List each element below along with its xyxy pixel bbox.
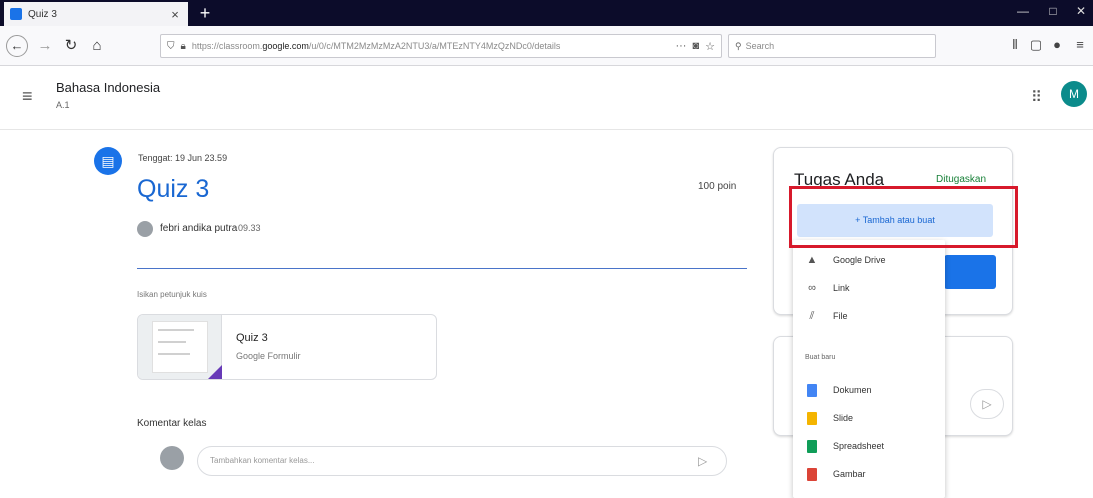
preview-line [158, 353, 190, 355]
menu-item-google-drive[interactable]: ▲ Google Drive [793, 246, 945, 274]
library-icon[interactable]: ⫴ [1006, 37, 1024, 53]
search-icon: ⚲ [735, 40, 742, 51]
shield-icon: ⛉ [167, 40, 175, 52]
classroom-header: ≡ Bahasa Indonesia A.1 ⠿ M [0, 66, 1093, 130]
home-icon[interactable]: ⌂ [86, 35, 108, 57]
menu-item-docs[interactable]: Dokumen [793, 376, 945, 404]
forms-corner-icon [208, 365, 222, 379]
menu-icon[interactable]: ≡ [1071, 37, 1089, 52]
instructions-text: Isikan petunjuk kuis [137, 290, 207, 299]
account-avatar[interactable]: M [1061, 81, 1087, 107]
reload-icon[interactable]: ↻ [60, 35, 82, 57]
browser-tab-bar: Quiz 3 × + — □ ✕ [0, 0, 1093, 26]
divider [137, 268, 747, 269]
send-private-comment-icon[interactable]: ▷ [970, 389, 1004, 419]
bookmark-star-icon[interactable]: ☆ [705, 40, 715, 53]
tab-title: Quiz 3 [28, 8, 57, 20]
class-comment-input[interactable]: Tambahkan komentar kelas... [197, 446, 727, 476]
minimize-window-button[interactable]: — [1013, 4, 1033, 18]
class-section: A.1 [56, 100, 70, 110]
menu-item-sheets[interactable]: Spreadsheet [793, 432, 945, 460]
hamburger-menu-icon[interactable]: ≡ [22, 86, 33, 107]
pocket-icon[interactable]: ◙ [692, 40, 699, 52]
drawings-icon [807, 467, 817, 481]
sidebar-icon[interactable]: ▢ [1027, 37, 1045, 53]
page-actions-button[interactable]: ··· [675, 40, 686, 52]
menu-item-link[interactable]: ∞ Link [793, 274, 945, 302]
url-bar[interactable]: ⛉ 🔒︎ https://classroom.google.com/u/0/c/… [160, 34, 722, 58]
classroom-favicon-icon [10, 8, 22, 20]
browser-nav-bar: ← → ↻ ⌂ ⛉ 🔒︎ https://classroom.google.co… [0, 26, 1093, 66]
back-arrow-icon[interactable]: ← [6, 35, 28, 57]
browser-tab[interactable]: Quiz 3 × [4, 2, 188, 26]
status-badge: Ditugaskan [936, 174, 987, 185]
google-apps-icon[interactable]: ⠿ [1031, 88, 1042, 106]
attachment-title: Quiz 3 [236, 332, 268, 344]
add-menu: ▲ Google Drive ∞ Link ⫽ File Buat baru D… [793, 240, 945, 498]
red-highlight-annotation [789, 186, 1018, 248]
lock-icon: 🔒︎ [180, 40, 186, 52]
paperclip-icon: ⫽ [809, 310, 815, 322]
preview-line [158, 329, 194, 331]
sheets-icon [807, 439, 817, 453]
page-title: Quiz 3 [137, 175, 210, 203]
post-time: 09.33 [238, 223, 261, 233]
account-icon[interactable]: ● [1048, 37, 1066, 52]
google-drive-icon: ▲ [806, 254, 818, 266]
maximize-window-button[interactable]: □ [1043, 4, 1063, 18]
mark-done-button[interactable] [944, 255, 996, 289]
new-tab-button[interactable]: + [194, 2, 216, 24]
close-window-button[interactable]: ✕ [1071, 4, 1091, 18]
user-avatar [160, 446, 184, 470]
menu-item-drawings[interactable]: Gambar [793, 460, 945, 488]
attachment-type: Google Formulir [236, 351, 301, 361]
url-text: https://classroom.google.com/u/0/c/MTM2M… [191, 41, 561, 51]
assignment-icon: ▤ [94, 147, 122, 175]
send-comment-icon[interactable]: ▷ [698, 454, 707, 468]
search-input[interactable]: ⚲ Search [728, 34, 936, 58]
points-label: 100 poin [698, 181, 737, 192]
author-avatar [137, 221, 153, 237]
forward-arrow-icon[interactable]: → [34, 35, 56, 57]
due-date: Tenggat: 19 Jun 23.59 [138, 153, 228, 163]
preview-line [158, 341, 186, 343]
menu-item-file[interactable]: ⫽ File [793, 302, 945, 330]
author-name: febri andika putra [160, 223, 238, 234]
link-icon: ∞ [808, 282, 816, 294]
close-tab-icon[interactable]: × [168, 7, 182, 22]
class-comments-label: Komentar kelas [137, 418, 207, 429]
menu-item-slides[interactable]: Slide [793, 404, 945, 432]
attachment-card[interactable]: Quiz 3 Google Formulir [137, 314, 437, 380]
create-new-label: Buat baru [805, 354, 836, 361]
class-name[interactable]: Bahasa Indonesia [56, 80, 160, 95]
docs-icon [807, 383, 817, 397]
slides-icon [807, 411, 817, 425]
attachment-thumbnail [138, 315, 222, 379]
